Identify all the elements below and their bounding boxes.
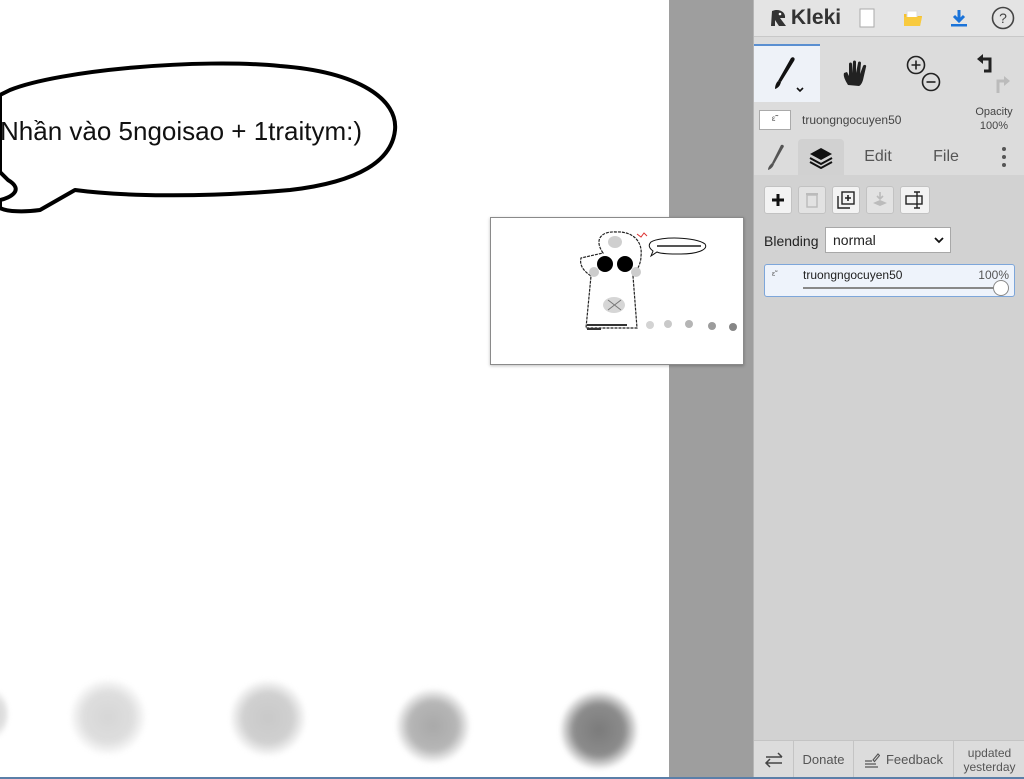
brush-blob <box>0 684 8 744</box>
feedback-button[interactable]: Feedback <box>854 741 954 778</box>
zoom-icon <box>906 55 941 92</box>
layers-panel: Blending normal ε̃˜ truongngocuyen50 100… <box>754 175 1024 740</box>
tab-file[interactable]: File <box>918 139 974 175</box>
tab-edit[interactable]: Edit <box>850 139 906 175</box>
plus-icon <box>772 194 784 206</box>
duplicate-layer-button[interactable] <box>832 186 860 214</box>
layer-opacity-slider-track[interactable] <box>803 287 1003 289</box>
svg-text:?: ? <box>999 10 1007 26</box>
blending-value: normal <box>833 232 876 248</box>
blending-select[interactable]: normal <box>825 227 951 253</box>
tab-layers[interactable] <box>798 139 844 175</box>
merge-down-icon <box>873 192 887 206</box>
canvas-navigator-preview[interactable] <box>490 217 744 365</box>
swap-sides-button[interactable] <box>754 741 794 778</box>
tool-row <box>754 44 1024 102</box>
brush-blob <box>396 688 470 764</box>
brush-blob <box>560 690 638 770</box>
layer-opacity-slider-handle[interactable] <box>993 280 1009 296</box>
undo-redo-icon <box>977 54 1010 93</box>
download-button[interactable] <box>940 0 978 36</box>
app-name: Kleki <box>790 6 842 29</box>
updated-line2: yesterday <box>963 759 1016 774</box>
canvas-area[interactable]: Nhần vào 5ngoisao + 1traitym:) <box>0 0 753 777</box>
updated-info[interactable]: updated yesterday <box>954 741 1024 778</box>
brush-icon <box>775 57 804 93</box>
sidebar: Kleki ? ε̃˜ truongngocuyen50 Opacity 100… <box>753 0 1024 778</box>
more-options-button[interactable] <box>986 139 1022 175</box>
help-button[interactable]: ? <box>984 0 1022 36</box>
download-icon <box>951 10 967 27</box>
rename-layer-button[interactable] <box>900 186 930 214</box>
swap-icon <box>764 751 783 768</box>
new-image-button[interactable] <box>848 0 886 36</box>
layer-thumbnail: ε̃˜ <box>772 271 778 278</box>
duplicate-icon <box>837 191 855 209</box>
tab-brush[interactable] <box>754 139 798 175</box>
current-layer-name: truongngocuyen50 <box>802 113 902 127</box>
brush-blob <box>230 679 306 757</box>
feedback-icon <box>864 752 880 768</box>
top-toolbar: Kleki ? <box>754 0 1024 37</box>
layer-name: truongngocuyen50 <box>803 268 903 282</box>
layer-list-item[interactable]: ε̃˜ truongngocuyen50 100% <box>764 264 1015 297</box>
delete-layer-button[interactable] <box>798 186 826 214</box>
hand-tool-button[interactable] <box>822 44 888 102</box>
speech-bubble <box>0 61 398 214</box>
opacity-indicator[interactable]: Opacity 100% <box>966 105 1022 133</box>
add-layer-button[interactable] <box>764 186 792 214</box>
brush-tool-button[interactable] <box>754 44 820 102</box>
trash-icon <box>806 193 818 208</box>
new-image-icon <box>859 8 875 28</box>
kleki-logo[interactable]: Kleki <box>762 0 848 36</box>
opacity-label: Opacity <box>975 106 1013 118</box>
zoom-tool-button[interactable] <box>890 44 956 102</box>
footer-bar: Donate Feedback updated yesterday <box>754 740 1024 778</box>
speech-bubble-text: Nhần vào 5ngoisao + 1traitym:) <box>0 116 363 146</box>
open-folder-button[interactable] <box>894 0 932 36</box>
open-folder-icon <box>904 10 922 26</box>
donate-button[interactable]: Donate <box>794 741 854 778</box>
panel-tabs: Edit File <box>754 139 1024 175</box>
undo-redo-buttons[interactable] <box>958 44 1024 102</box>
feedback-label: Feedback <box>885 752 944 767</box>
navigator-thumbnail <box>580 231 737 331</box>
hand-icon <box>843 60 867 86</box>
brush-tab-icon <box>768 144 784 170</box>
kleki-logo-icon <box>770 9 786 26</box>
merge-down-button[interactable] <box>866 186 894 214</box>
help-icon: ? <box>991 6 1015 30</box>
layers-icon <box>809 148 833 169</box>
opacity-value: 100% <box>979 120 1009 132</box>
chevron-down-icon <box>934 228 944 252</box>
brush-blob <box>70 678 146 756</box>
current-layer-thumbnail: ε̃˜ <box>759 110 791 130</box>
updated-line1: updated <box>967 745 1012 760</box>
blending-label: Blending <box>764 233 819 249</box>
drawing-canvas[interactable]: Nhần vào 5ngoisao + 1traitym:) <box>0 0 669 777</box>
more-vertical-icon <box>1002 147 1006 167</box>
rename-icon <box>905 191 923 209</box>
